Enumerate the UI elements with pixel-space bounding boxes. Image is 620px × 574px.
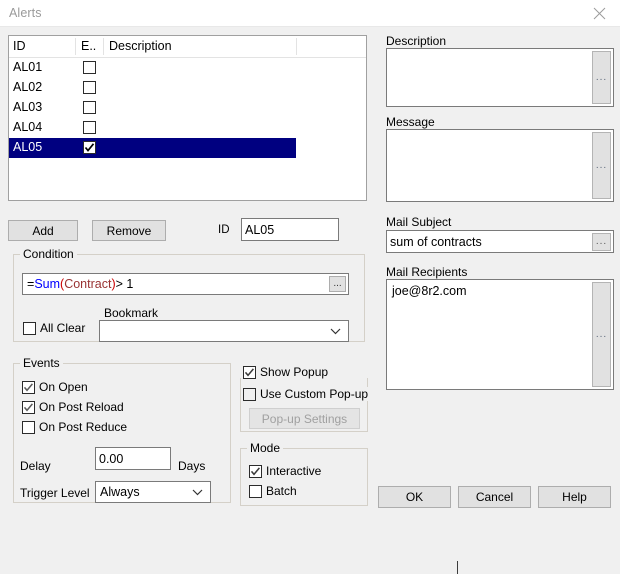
row-id: AL02: [13, 80, 43, 94]
chevron-down-icon: [330, 328, 341, 335]
row-selection-highlight: [9, 138, 296, 158]
remove-button[interactable]: Remove: [92, 220, 166, 241]
all-clear-label[interactable]: All Clear: [40, 321, 85, 335]
column-divider-2[interactable]: [103, 38, 104, 55]
row-enabled-checkbox[interactable]: [83, 121, 96, 134]
mode-group-title: Mode: [247, 441, 284, 455]
delay-input[interactable]: 0.00: [95, 447, 171, 470]
mode-interactive-checkbox[interactable]: [249, 465, 262, 478]
column-header-enabled[interactable]: E..: [81, 39, 96, 53]
events-group-title: Events: [20, 356, 63, 370]
row-id: AL03: [13, 100, 43, 114]
id-field-label: ID: [218, 224, 230, 236]
chevron-down-icon: [192, 489, 203, 496]
window-titlebar: Alerts: [0, 0, 620, 27]
trigger-level-value: Always: [100, 485, 140, 499]
message-ellipsis-button[interactable]: ...: [592, 132, 611, 199]
window-title: Alerts: [9, 6, 42, 20]
alert-list-header: ID E.. Description: [9, 36, 366, 58]
on-post-reduce-checkbox[interactable]: [22, 421, 35, 434]
alert-list[interactable]: ID E.. Description AL01 AL02 AL03 AL04 A…: [8, 35, 367, 201]
checkmark-icon: [84, 143, 95, 152]
row-id: AL01: [13, 60, 43, 74]
add-button[interactable]: Add: [8, 220, 78, 241]
row-enabled-checkbox[interactable]: [83, 141, 96, 154]
trigger-level-select[interactable]: Always: [95, 481, 211, 503]
bookmark-label: Bookmark: [104, 306, 159, 320]
table-row[interactable]: AL02: [9, 78, 366, 98]
mail-subject-ellipsis-button[interactable]: ...: [592, 233, 611, 251]
table-row[interactable]: AL01: [9, 58, 366, 78]
condition-ellipsis-button[interactable]: ...: [329, 276, 346, 292]
close-icon[interactable]: [578, 0, 620, 26]
cancel-button[interactable]: Cancel: [458, 486, 531, 508]
use-custom-popup-label[interactable]: Use Custom Pop-up: [260, 387, 371, 401]
ok-button[interactable]: OK: [378, 486, 451, 508]
mail-subject-value: sum of contracts: [390, 234, 482, 249]
row-id: AL05: [13, 140, 43, 154]
on-post-reduce-label[interactable]: On Post Reduce: [39, 420, 127, 434]
mode-batch-label[interactable]: Batch: [266, 484, 297, 498]
column-header-id[interactable]: ID: [13, 39, 26, 53]
mail-recipients-label: Mail Recipients: [386, 265, 468, 279]
condition-expression-input[interactable]: =Sum(Contract)> 1 ...: [22, 273, 349, 295]
table-row[interactable]: AL03: [9, 98, 366, 118]
row-enabled-checkbox[interactable]: [83, 101, 96, 114]
popup-settings-button[interactable]: Pop-up Settings: [249, 408, 360, 429]
mode-interactive-label[interactable]: Interactive: [266, 464, 321, 478]
row-id: AL04: [13, 120, 43, 134]
condition-group-title: Condition: [20, 247, 77, 261]
use-custom-popup-checkbox[interactable]: [243, 388, 256, 401]
row-enabled-checkbox[interactable]: [83, 61, 96, 74]
column-divider-1[interactable]: [75, 38, 76, 55]
days-label: Days: [178, 459, 206, 473]
bookmark-select[interactable]: [99, 320, 349, 342]
trigger-level-label: Trigger Level: [20, 486, 90, 500]
message-label: Message: [386, 115, 435, 129]
mail-subject-label: Mail Subject: [386, 215, 452, 229]
mail-recipients-ellipsis-button[interactable]: ...: [592, 282, 611, 387]
id-input[interactable]: AL05: [241, 218, 339, 241]
mail-recipients-textarea[interactable]: joe@8r2.com ...: [386, 279, 614, 574]
column-divider-3[interactable]: [296, 38, 297, 55]
on-post-reload-label[interactable]: On Post Reload: [39, 400, 124, 414]
checkmark-icon: [244, 368, 254, 377]
condition-expression-text: =Sum(Contract)> 1: [27, 277, 134, 291]
table-row[interactable]: AL04: [9, 118, 366, 138]
mail-recipients-value: joe@8r2.com: [392, 284, 467, 298]
show-popup-label[interactable]: Show Popup: [260, 365, 328, 379]
on-open-label[interactable]: On Open: [39, 380, 88, 394]
description-label: Description: [386, 34, 447, 48]
text-caret: [457, 561, 458, 574]
description-textarea[interactable]: ...: [386, 48, 614, 107]
help-button[interactable]: Help: [538, 486, 611, 508]
mode-batch-checkbox[interactable]: [249, 485, 262, 498]
show-popup-checkbox[interactable]: [243, 366, 256, 379]
table-row-selected[interactable]: AL05: [9, 138, 366, 158]
column-header-description[interactable]: Description: [109, 39, 172, 53]
close-icon-glyph: [593, 7, 605, 19]
on-open-checkbox[interactable]: [22, 381, 35, 394]
description-ellipsis-button[interactable]: ...: [592, 51, 611, 104]
all-clear-checkbox[interactable]: [23, 322, 36, 335]
checkmark-icon: [23, 403, 33, 412]
row-enabled-checkbox[interactable]: [83, 81, 96, 94]
checkmark-icon: [250, 467, 260, 476]
mail-subject-input[interactable]: sum of contracts ...: [386, 230, 614, 253]
checkmark-icon: [23, 383, 33, 392]
message-textarea[interactable]: ...: [386, 129, 614, 202]
on-post-reload-checkbox[interactable]: [22, 401, 35, 414]
delay-label: Delay: [20, 459, 51, 473]
